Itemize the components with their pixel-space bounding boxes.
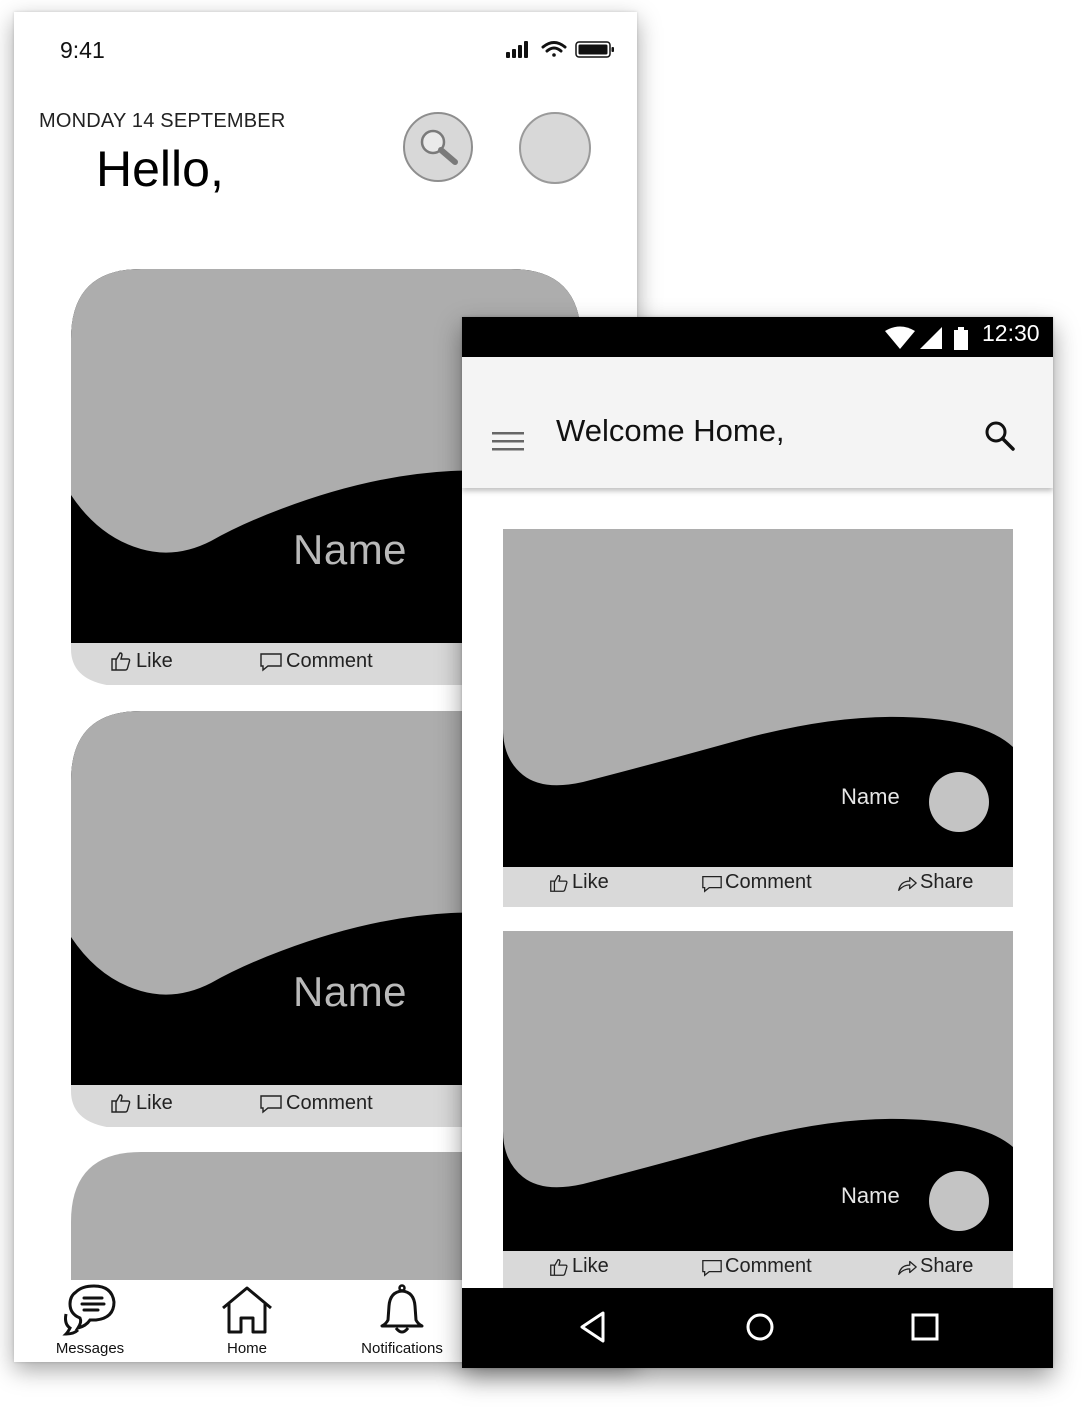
- feed-card[interactable]: Name Like Comment Share: [503, 931, 1013, 1291]
- status-bar: 12:30: [462, 317, 1053, 357]
- thumbs-up-icon: [550, 1258, 568, 1276]
- like-button[interactable]: Like: [109, 1091, 173, 1115]
- system-nav-bar: [462, 1288, 1053, 1368]
- comment-button[interactable]: Comment: [701, 1255, 812, 1278]
- tab-messages[interactable]: Messages: [30, 1284, 150, 1357]
- bell-icon: [380, 1284, 424, 1334]
- signal-icon: [506, 41, 528, 58]
- thumbs-up-icon: [550, 874, 568, 892]
- like-label: Like: [572, 1255, 609, 1277]
- tab-messages-label: Messages: [55, 1340, 125, 1357]
- card-name: Name: [293, 526, 408, 573]
- tab-home-label: Home: [226, 1340, 267, 1357]
- search-icon: [420, 129, 458, 165]
- status-icons: [506, 41, 614, 58]
- comment-icon: [260, 1095, 282, 1114]
- battery-icon: [954, 327, 968, 350]
- date-label: MONDAY 14 SEPTEMBER: [39, 110, 286, 132]
- share-label: Share: [920, 871, 974, 893]
- android-phone-screen: 12:30 Welcome Home, Name Like Comment Sh…: [462, 317, 1053, 1368]
- comment-label: Comment: [286, 1091, 373, 1114]
- share-label: Share: [920, 1255, 974, 1277]
- comment-button[interactable]: Comment: [259, 649, 373, 673]
- comment-label: Comment: [286, 649, 373, 672]
- card-name: Name: [293, 968, 408, 1015]
- like-button[interactable]: Like: [109, 649, 173, 673]
- comment-label: Comment: [725, 1255, 812, 1277]
- signal-icon: [920, 327, 942, 349]
- search-icon[interactable]: [984, 420, 1016, 452]
- tab-home[interactable]: Home: [187, 1284, 307, 1357]
- thumbs-up-icon: [111, 1094, 131, 1113]
- like-label: Like: [136, 1091, 173, 1114]
- share-icon: [898, 876, 917, 891]
- home-icon: [222, 1286, 272, 1334]
- home-circle-icon[interactable]: [743, 1310, 777, 1344]
- card-action-bar: Like Comment Share: [503, 867, 1013, 907]
- comment-button[interactable]: Comment: [259, 1091, 373, 1115]
- share-button[interactable]: Share: [896, 871, 973, 894]
- card-name: Name: [841, 1183, 900, 1208]
- wifi-icon: [885, 326, 915, 349]
- share-button[interactable]: Share: [896, 1255, 973, 1278]
- comment-icon: [702, 1259, 722, 1277]
- page-title: Welcome Home,: [556, 413, 785, 448]
- card-name: Name: [841, 784, 900, 809]
- thumbs-up-icon: [111, 652, 131, 671]
- comment-button[interactable]: Comment: [701, 871, 812, 894]
- tab-notifications-label: Notifications: [361, 1340, 443, 1357]
- recents-square-icon[interactable]: [910, 1310, 940, 1344]
- status-time: 12:30: [982, 320, 1040, 346]
- like-label: Like: [572, 871, 609, 893]
- wifi-icon: [541, 41, 567, 57]
- profile-avatar[interactable]: [519, 112, 591, 184]
- avatar[interactable]: [929, 1171, 989, 1231]
- back-icon[interactable]: [578, 1310, 608, 1344]
- like-button[interactable]: Like: [548, 871, 609, 894]
- battery-icon: [575, 41, 614, 58]
- avatar[interactable]: [929, 772, 989, 832]
- app-bar: Welcome Home,: [462, 357, 1053, 488]
- tab-notifications[interactable]: Notifications: [342, 1284, 462, 1357]
- like-label: Like: [136, 649, 173, 672]
- search-button[interactable]: [403, 112, 473, 182]
- share-icon: [898, 1260, 917, 1275]
- card-action-bar: Like Comment Share: [503, 1251, 1013, 1291]
- comment-icon: [260, 653, 282, 672]
- greeting-title: Hello,: [96, 141, 224, 197]
- feed-card[interactable]: Name Like Comment Share: [503, 529, 1013, 907]
- comment-icon: [702, 875, 722, 893]
- status-time: 9:41: [60, 37, 105, 63]
- chat-bubble-icon: [62, 1284, 116, 1336]
- hamburger-menu-icon[interactable]: [492, 432, 524, 454]
- comment-label: Comment: [725, 871, 812, 893]
- like-button[interactable]: Like: [548, 1255, 609, 1278]
- status-icons: [885, 326, 968, 350]
